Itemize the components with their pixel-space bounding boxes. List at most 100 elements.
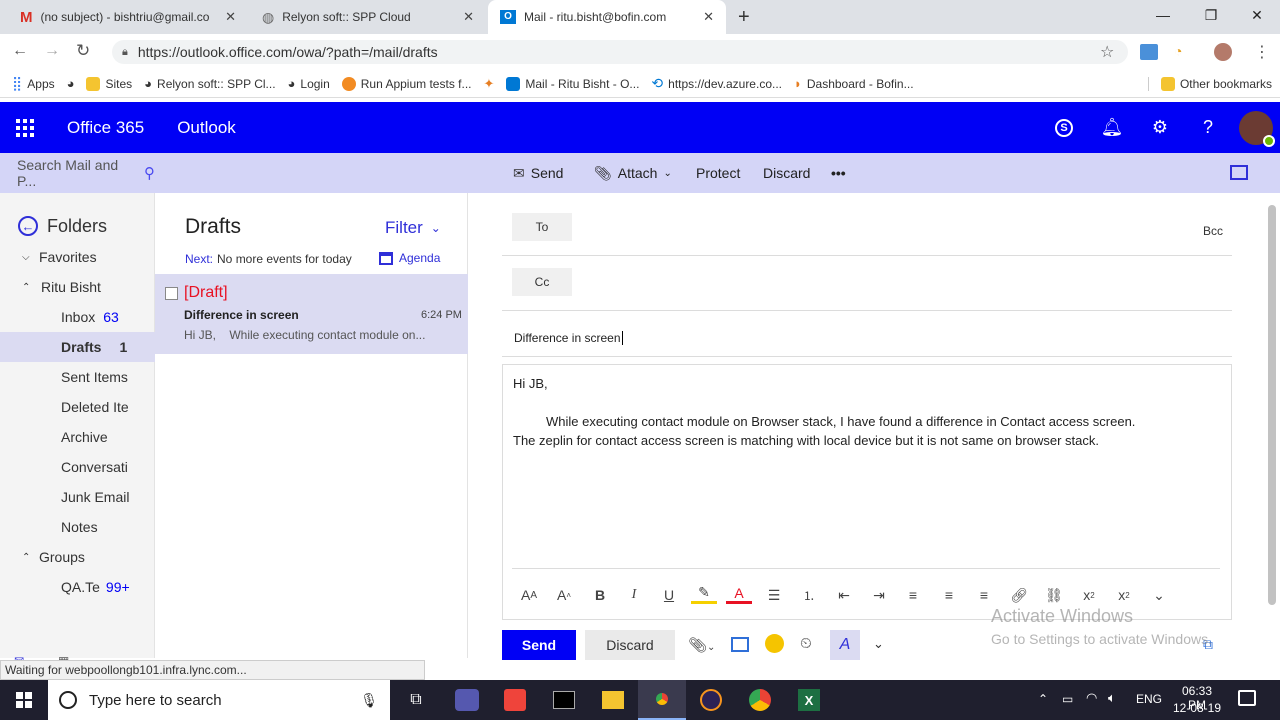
- action-center-icon[interactable]: [1238, 690, 1256, 706]
- bookmark-apps[interactable]: ⣿ Apps: [12, 75, 55, 92]
- forward-icon[interactable]: →: [44, 42, 60, 60]
- help-icon[interactable]: ?: [1184, 102, 1232, 153]
- skype-icon[interactable]: S: [1040, 102, 1088, 153]
- suite-title[interactable]: Office 365: [67, 118, 144, 138]
- volume-icon[interactable]: 🔈︎: [1108, 690, 1116, 706]
- close-window-icon[interactable]: ✕: [1234, 0, 1280, 30]
- clock-date[interactable]: 12-08-19: [1172, 701, 1222, 715]
- to-field[interactable]: [580, 213, 1180, 241]
- browser-tab-gmail[interactable]: M (no subject) - bishtriu@gmail.co ✕: [8, 0, 248, 34]
- excel-icon[interactable]: X: [785, 680, 833, 720]
- select-checkbox[interactable]: [165, 287, 178, 300]
- cc-field[interactable]: [580, 268, 1220, 296]
- scrollbar-thumb[interactable]: [1268, 205, 1276, 605]
- remove-link-icon[interactable]: ⛓: [1041, 584, 1067, 606]
- folder-inbox[interactable]: Inbox 63: [0, 302, 155, 332]
- numbering-icon[interactable]: ⒈: [796, 584, 822, 606]
- insert-picture-icon[interactable]: [731, 637, 749, 652]
- more-options-icon[interactable]: •••: [831, 153, 846, 193]
- search-icon[interactable]: ⚲: [144, 164, 155, 182]
- microphone-icon[interactable]: 🎙︎: [360, 692, 378, 709]
- highlight-icon[interactable]: ✎: [691, 584, 717, 604]
- font-color-icon[interactable]: A: [726, 584, 752, 604]
- account-group[interactable]: ⌃ Ritu Bisht: [0, 272, 155, 302]
- bookmark-star-icon[interactable]: ☆: [1100, 42, 1114, 62]
- insert-link-icon[interactable]: 🔗︎: [1006, 584, 1032, 606]
- folder-sent-items[interactable]: Sent Items: [0, 362, 155, 392]
- bookmark-pinwheel[interactable]: ✦: [483, 76, 494, 92]
- file-explorer-icon[interactable]: [589, 680, 637, 720]
- maximize-icon[interactable]: ❐: [1188, 0, 1234, 30]
- profile-avatar[interactable]: [1214, 43, 1232, 61]
- start-button[interactable]: [0, 680, 48, 720]
- subject-field[interactable]: Difference in screen: [514, 331, 623, 345]
- language-indicator[interactable]: ENG: [1136, 692, 1162, 706]
- send-button[interactable]: Send: [502, 630, 576, 660]
- to-button[interactable]: To: [512, 213, 572, 241]
- close-tab-icon[interactable]: ✕: [703, 9, 714, 25]
- send-command[interactable]: ✉ Send: [513, 153, 563, 193]
- underline-icon[interactable]: U: [656, 584, 682, 606]
- chrome-icon[interactable]: [638, 680, 686, 720]
- increase-indent-icon[interactable]: ⇥: [866, 584, 892, 606]
- bookmark-mail[interactable]: Mail - Ritu Bisht - O...: [506, 76, 639, 91]
- bullets-icon[interactable]: ☰: [761, 584, 787, 606]
- settings-gear-icon[interactable]: ⚙: [1136, 102, 1184, 153]
- folder-notes[interactable]: Notes: [0, 512, 155, 542]
- cc-button[interactable]: Cc: [512, 268, 572, 296]
- font-size-icon[interactable]: AA: [516, 584, 542, 606]
- superscript-icon[interactable]: x2: [1076, 584, 1102, 606]
- close-tab-icon[interactable]: ✕: [225, 9, 236, 25]
- group-qa-team[interactable]: QA.Te 99+: [0, 572, 155, 602]
- bookmark-relyon[interactable]: ◕ Relyon soft:: SPP Cl...: [144, 76, 275, 91]
- browser-tab-outlook[interactable]: O Mail - ritu.bisht@bofin.com ✕: [488, 0, 726, 34]
- new-tab-icon[interactable]: +: [738, 6, 750, 29]
- teams-icon[interactable]: [443, 680, 491, 720]
- user-avatar[interactable]: [1232, 102, 1280, 153]
- align-left-icon[interactable]: ≡: [900, 584, 926, 606]
- anydesk-icon[interactable]: [491, 680, 539, 720]
- align-right-icon[interactable]: ≡: [971, 584, 997, 606]
- protect-command[interactable]: Protect: [696, 153, 740, 193]
- wifi-icon[interactable]: ◠: [1086, 690, 1097, 706]
- terminal-icon[interactable]: [540, 680, 588, 720]
- filter-button[interactable]: Filter ⌄: [385, 218, 441, 238]
- minimize-icon[interactable]: —: [1140, 0, 1186, 30]
- groups-group[interactable]: ⌃ Groups: [0, 542, 155, 572]
- bookmark-appium[interactable]: Run Appium tests f...: [341, 76, 471, 91]
- notifications-bell-icon[interactable]: 🔔︎: [1088, 102, 1136, 153]
- format-text-icon[interactable]: A: [830, 630, 860, 660]
- taskbar-search-input[interactable]: Type here to search: [89, 692, 222, 709]
- folder-deleted-items[interactable]: Deleted Ite: [0, 392, 155, 422]
- reload-icon[interactable]: ↻: [76, 41, 90, 61]
- more-options-chevron-icon[interactable]: ⌄: [873, 636, 884, 652]
- bookmark-other[interactable]: Other bookmarks: [1147, 76, 1272, 91]
- bookmark-dashboard[interactable]: ◗ Dashboard - Bofin...: [794, 76, 914, 91]
- url-bar[interactable]: 🔒︎ https://outlook.office.com/owa/?path=…: [112, 40, 1128, 64]
- bookmark-login[interactable]: ◕ Login: [288, 76, 330, 91]
- chrome-icon[interactable]: [736, 680, 784, 720]
- folder-junk-email[interactable]: Junk Email: [0, 482, 155, 512]
- folder-conversation-history[interactable]: Conversati: [0, 452, 155, 482]
- agenda-button[interactable]: Agenda: [379, 251, 440, 265]
- discard-button[interactable]: Discard: [585, 630, 675, 660]
- attach-icon[interactable]: 📎︎⌄: [688, 636, 715, 654]
- grow-font-icon[interactable]: A ˄: [551, 584, 577, 606]
- bold-icon[interactable]: B: [587, 584, 613, 606]
- italic-icon[interactable]: I: [621, 584, 647, 606]
- show-hidden-icons-icon[interactable]: ⌃: [1038, 692, 1048, 706]
- search-box[interactable]: Search Mail and P... ⚲: [0, 153, 155, 193]
- schedule-icon[interactable]: ⏲: [800, 635, 812, 652]
- back-arrow-icon[interactable]: ←: [18, 216, 38, 236]
- message-body-editor[interactable]: [502, 364, 1232, 620]
- pop-out-icon[interactable]: [1230, 165, 1248, 180]
- folder-archive[interactable]: Archive: [0, 422, 155, 452]
- attach-command[interactable]: 📎︎ Attach ⌄: [594, 153, 672, 193]
- emoji-icon[interactable]: [765, 634, 784, 653]
- taskbar-search[interactable]: Type here to search 🎙︎: [48, 680, 390, 720]
- subscript-icon[interactable]: x2: [1111, 584, 1137, 606]
- align-center-icon[interactable]: ≡: [936, 584, 962, 606]
- bookmark-globe[interactable]: ◕: [67, 76, 75, 91]
- app-title[interactable]: Outlook: [177, 118, 236, 138]
- extension-icon[interactable]: ◔: [1174, 43, 1182, 59]
